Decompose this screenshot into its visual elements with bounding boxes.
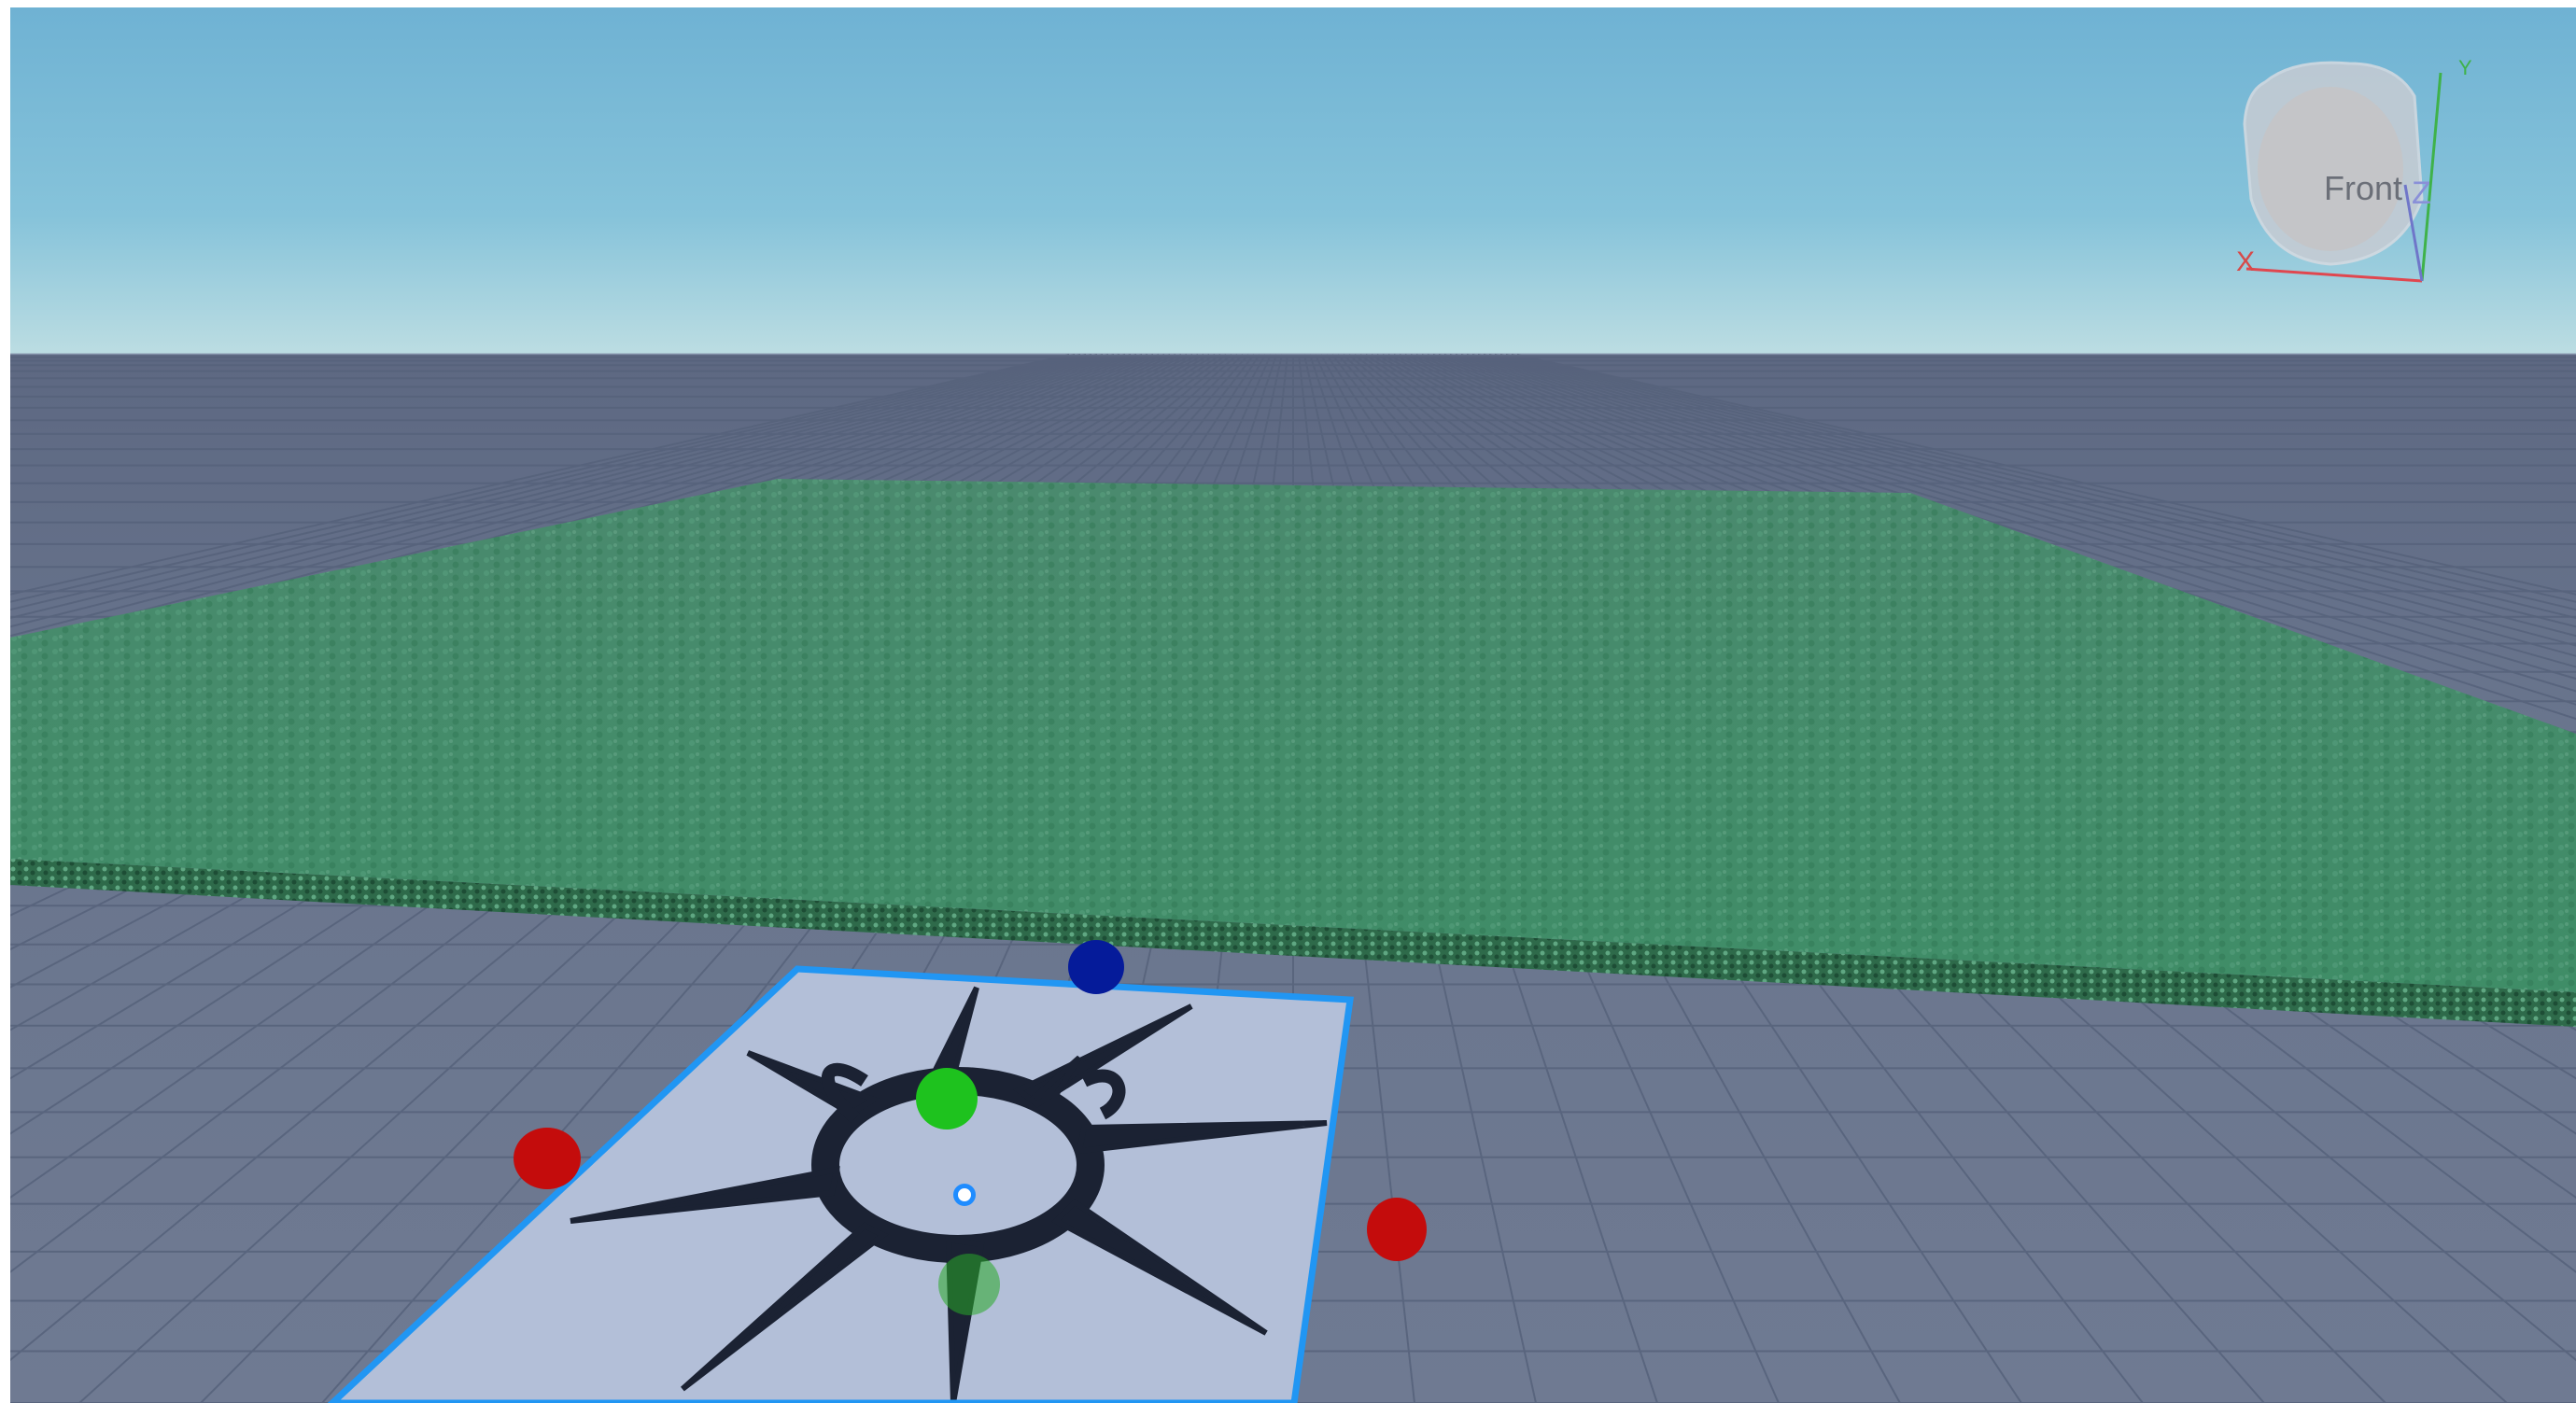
move-handle-z-back[interactable] (1068, 940, 1124, 994)
axis-x-line (2245, 267, 2423, 283)
axis-y-label: Y (2458, 56, 2472, 79)
move-handle-x-negative[interactable] (514, 1128, 581, 1189)
pivot-point[interactable] (953, 1184, 976, 1206)
scene[interactable] (10, 7, 2576, 1403)
3d-viewport[interactable]: Front X Y Z (10, 7, 2576, 1403)
move-handle-x-positive[interactable] (1367, 1198, 1427, 1261)
axis-x-label: X (2236, 246, 2256, 277)
view-cube-front-label[interactable]: Front (2307, 169, 2419, 208)
move-handle-y-negative[interactable] (938, 1254, 1000, 1315)
sky (10, 7, 2576, 355)
move-handle-y-positive[interactable] (916, 1068, 978, 1129)
axis-z-label: Z (2412, 175, 2431, 211)
